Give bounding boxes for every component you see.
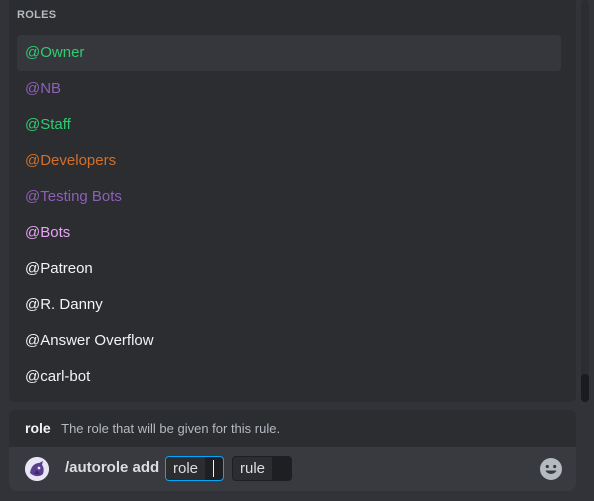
option-label-role: role [166,457,206,480]
message-input-bar[interactable]: /autorole add role rule [9,447,576,491]
text-caret [213,460,215,477]
role-item-answer-overflow[interactable]: @Answer Overflow [17,323,561,359]
option-hint-bar: role The role that will be given for thi… [9,410,576,447]
role-item-carl-bot[interactable]: @carl-bot [17,359,561,395]
role-item-nb[interactable]: @NB [17,71,561,107]
bot-avatar [25,457,49,481]
command-name: /autorole add [65,459,160,476]
role-list: @Owner @NB @Staff @Developers @Testing B… [17,35,561,395]
roles-autocomplete-popup: ROLES @Owner @NB @Staff @Developers @Tes… [9,0,576,402]
popup-scrollbar-track[interactable] [581,0,589,402]
option-chip-role[interactable]: role [165,456,224,481]
hint-description: The role that will be given for this rul… [61,421,281,436]
role-item-developers[interactable]: @Developers [17,143,561,179]
role-item-bots[interactable]: @Bots [17,215,561,251]
role-item-staff[interactable]: @Staff [17,107,561,143]
role-item-r-danny[interactable]: @R. Danny [17,287,561,323]
popup-scrollbar-thumb[interactable] [581,374,589,402]
role-item-patreon[interactable]: @Patreon [17,251,561,287]
hint-option-name: role [25,420,51,436]
roles-header: ROLES [17,9,57,21]
role-item-owner[interactable]: @Owner [17,35,561,71]
option-label-rule: rule [233,457,273,480]
option-chip-rule[interactable]: rule [232,456,292,481]
emoji-smile-icon[interactable] [539,457,563,481]
role-item-testing-bots[interactable]: @Testing Bots [17,179,561,215]
